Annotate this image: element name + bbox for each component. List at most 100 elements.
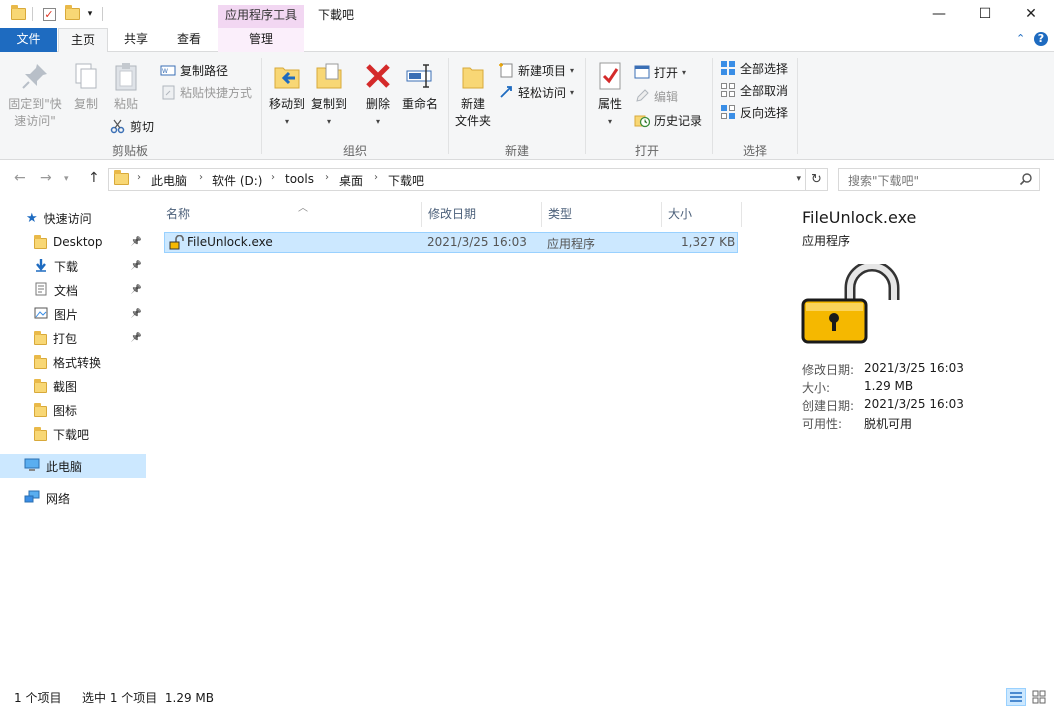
tab-view[interactable]: 查看 [166, 28, 212, 52]
properties-button[interactable]: 属性 ▾ [592, 60, 628, 130]
history-button[interactable]: 历史记录 [634, 110, 702, 130]
easy-access-icon [498, 84, 514, 100]
help-icon[interactable]: ? [1034, 32, 1048, 46]
lock-icon [168, 234, 184, 254]
nav-item[interactable]: 截图 [0, 374, 146, 398]
nav-network[interactable]: 网络 [0, 486, 146, 510]
details-property-key: 可用性: [802, 417, 843, 431]
new-item-button[interactable]: 新建项目 ▾ [498, 60, 574, 80]
folder-icon [34, 331, 47, 345]
nav-item-label: 截图 [53, 379, 78, 394]
paste-button[interactable]: 粘贴 [108, 60, 144, 113]
svg-text:W: W [162, 68, 168, 75]
tab-share[interactable]: 共享 [113, 28, 159, 52]
nav-item[interactable]: 下载吧 [0, 422, 146, 446]
nav-item[interactable]: 打包 📌 [0, 326, 146, 350]
copy-path-label: 复制路径 [180, 63, 229, 78]
properties-check-icon[interactable]: ✓ [41, 5, 57, 23]
new-item-icon [498, 62, 514, 78]
paste-shortcut-button[interactable]: 粘贴快捷方式 [160, 82, 252, 102]
table-row[interactable]: FileUnlock.exe 2021/3/25 16:03 应用程序 1,32… [164, 232, 738, 253]
nav-item[interactable]: 图片 📌 [0, 302, 146, 326]
back-arrow-icon[interactable]: ← [14, 170, 26, 186]
move-to-label: 移动到 [268, 97, 305, 111]
minimize-button[interactable]: — [916, 0, 962, 28]
maximize-button[interactable]: ☐ [962, 0, 1008, 28]
nav-item[interactable]: 下载 📌 [0, 254, 146, 278]
nav-item[interactable]: 图标 [0, 398, 146, 422]
pin-icon[interactable]: 📌 [131, 333, 142, 343]
customize-toolbar-icon[interactable]: ▾ [84, 5, 96, 23]
breadcrumb-separator: › [137, 172, 141, 183]
copy-to-button[interactable]: 复制到 ▾ [308, 60, 350, 130]
edit-button[interactable]: 编辑 [634, 86, 678, 106]
new-folder-icon[interactable] [64, 5, 80, 23]
tab-file[interactable]: 文件 [0, 28, 57, 52]
group-separator [712, 58, 713, 154]
address-bar[interactable]: › 此电脑 › 软件 (D:) › tools › 桌面 › 下载吧 ▾ [108, 168, 806, 191]
large-icons-view-icon[interactable] [1030, 688, 1050, 706]
new-folder-button[interactable]: 新建 文件夹 [452, 60, 494, 130]
nav-quick-access[interactable]: ★ 快速访问 [0, 206, 146, 230]
status-selected: 选中 1 个项目 1.29 MB [82, 691, 215, 705]
copy-path-button[interactable]: W 复制路径 [160, 60, 228, 80]
move-to-button[interactable]: 移动到 ▾ [266, 60, 308, 130]
cut-button[interactable]: 剪切 [110, 116, 154, 136]
delete-button[interactable]: 删除 ▾ [362, 60, 394, 130]
copy-button[interactable]: 复制 [68, 60, 104, 113]
breadcrumb-tools[interactable]: tools [285, 172, 314, 186]
invert-selection-button[interactable]: 反向选择 [720, 102, 788, 122]
search-input[interactable]: 搜索"下载吧" [838, 168, 1040, 191]
invert-selection-icon [720, 104, 736, 120]
search-icon[interactable] [1019, 172, 1033, 189]
pin-quick-access-button[interactable]: 固定到"快 速访问" [6, 60, 64, 130]
tab-home[interactable]: 主页 [58, 28, 108, 53]
star-icon: ★ [26, 210, 38, 226]
pin-icon[interactable]: 📌 [131, 237, 142, 247]
nav-this-pc[interactable]: 此电脑 [0, 454, 146, 478]
nav-item-label: 格式转换 [53, 355, 102, 370]
delete-label: 删除 [365, 97, 390, 111]
column-header-type[interactable]: 类型 [542, 202, 662, 227]
column-header-name[interactable]: 名称 ︿ [160, 202, 422, 227]
tab-manage[interactable]: 管理 [218, 28, 304, 52]
forward-arrow-icon[interactable]: → [40, 170, 52, 186]
folder-icon [34, 235, 47, 249]
open-button[interactable]: 打开 ▾ [634, 62, 686, 82]
breadcrumb-separator: › [374, 172, 378, 183]
address-dropdown-chevron-icon[interactable]: ▾ [796, 174, 801, 184]
select-group-label: 选择 [742, 144, 767, 158]
select-all-button[interactable]: 全部选择 [720, 58, 788, 78]
up-arrow-icon[interactable]: ↑ [88, 170, 100, 186]
nav-item[interactable]: 格式转换 [0, 350, 146, 374]
details-property-key: 大小: [802, 381, 831, 395]
breadcrumb-desktop[interactable]: 桌面 [339, 172, 363, 189]
folder-icon[interactable] [10, 5, 26, 23]
column-header-date[interactable]: 修改日期 [422, 202, 542, 227]
rename-icon [404, 60, 436, 92]
scissors-icon [110, 118, 126, 134]
rename-button[interactable]: 重命名 [400, 60, 440, 113]
collapse-ribbon-icon[interactable]: ⌃ [1016, 32, 1025, 45]
breadcrumb-this-pc[interactable]: 此电脑 [151, 172, 187, 189]
recent-locations-chevron-icon[interactable]: ▾ [64, 174, 69, 184]
nav-item[interactable]: Desktop 📌 [0, 230, 146, 254]
rename-label: 重命名 [401, 97, 438, 111]
column-header-size[interactable]: 大小 [662, 202, 742, 227]
pin-icon[interactable]: 📌 [131, 261, 142, 271]
pin-icon[interactable]: 📌 [131, 285, 142, 295]
close-button[interactable]: ✕ [1008, 0, 1054, 28]
breadcrumb-separator: › [199, 172, 203, 183]
refresh-icon[interactable]: ↻ [806, 168, 828, 191]
select-none-button[interactable]: 全部取消 [720, 80, 788, 100]
details-view-icon[interactable] [1006, 688, 1026, 706]
invert-selection-label: 反向选择 [740, 105, 789, 120]
details-property-value: 1.29 MB [864, 379, 914, 393]
breadcrumb-current-folder[interactable]: 下载吧 [388, 172, 424, 189]
easy-access-button[interactable]: 轻松访问 ▾ [498, 82, 574, 102]
nav-item[interactable]: 文档 📌 [0, 278, 146, 302]
pin-icon[interactable]: 📌 [131, 309, 142, 319]
breadcrumb-drive-d[interactable]: 软件 (D:) [212, 172, 262, 189]
folder-icon [34, 379, 47, 393]
select-all-label: 全部选择 [740, 61, 789, 76]
